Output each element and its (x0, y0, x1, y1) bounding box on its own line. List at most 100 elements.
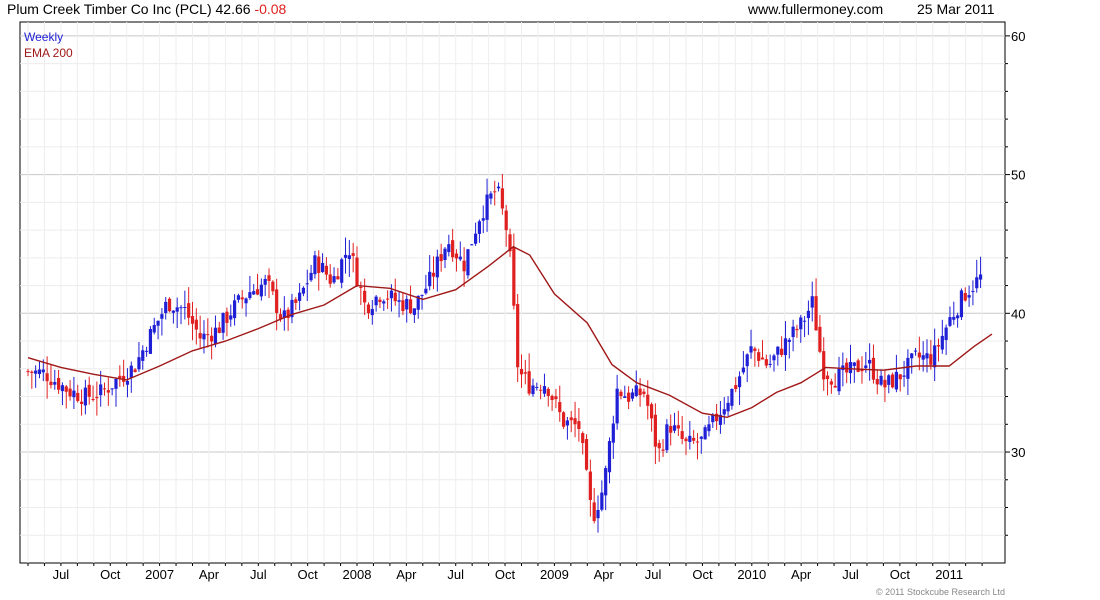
candle-body (496, 186, 501, 189)
x-tick-label: 2010 (737, 567, 766, 582)
candle-body (558, 402, 562, 413)
candle-body (298, 292, 302, 301)
candle-body (267, 275, 271, 281)
candle-body (110, 388, 114, 390)
candle-body (366, 304, 371, 314)
candle-body (202, 333, 206, 340)
candle-body (294, 299, 298, 303)
candle-body (519, 368, 524, 375)
candle-body (386, 298, 390, 300)
candle-body (672, 425, 677, 431)
candle-body (810, 296, 814, 308)
candle-body (948, 317, 952, 326)
candle-body (477, 221, 482, 234)
x-tick-label: 2007 (145, 567, 174, 582)
candle-body (757, 352, 761, 361)
candle-body (454, 253, 459, 259)
candle-body (818, 326, 822, 352)
candle-body (975, 277, 979, 289)
stock-chart: 30 40 50 60 Jul Oct 2007 Apr Jul Oct 2008 Apr Jul Oc… (19, 21, 1025, 582)
candle-body (871, 357, 876, 380)
candle-body (49, 381, 53, 386)
candle-body (825, 375, 830, 380)
candle-body (596, 509, 600, 519)
candle-body (649, 404, 654, 419)
candle-body (921, 355, 925, 360)
candle-body (669, 426, 673, 433)
candle-body (309, 272, 313, 281)
last-price: 42.66 (215, 1, 251, 17)
x-tick-label: 2008 (343, 567, 372, 582)
candle-body (581, 433, 585, 444)
candle-body (328, 274, 332, 284)
candle-body (179, 307, 183, 309)
candle-body (894, 371, 899, 390)
candle-body (588, 471, 592, 501)
candle-body (619, 391, 623, 397)
candle-body (887, 375, 891, 385)
candle-body (607, 441, 612, 473)
candle-body (275, 289, 279, 313)
candle-body (493, 191, 497, 193)
candle-body (665, 424, 669, 451)
candle-body (772, 355, 776, 361)
candle-body (653, 414, 657, 447)
candle-body (925, 353, 929, 359)
candle-body (458, 256, 462, 260)
candle-body (676, 425, 680, 429)
candle-body (760, 357, 765, 360)
candle-body (332, 276, 336, 283)
candle-body (956, 315, 960, 319)
x-tick-label: 2011 (935, 567, 963, 582)
candle-body (359, 286, 363, 288)
x-tick-label: Apr (396, 567, 417, 582)
candle-body (263, 278, 267, 285)
candle-body (320, 262, 325, 272)
candle-body (26, 371, 30, 373)
candle-body (194, 319, 198, 330)
candle-body (236, 295, 241, 300)
candle-body (848, 362, 853, 374)
x-tick-label: Oct (495, 567, 516, 582)
candle-body (470, 244, 474, 246)
candle-body (160, 314, 164, 319)
candle-body (856, 360, 860, 372)
candle-body (171, 310, 175, 313)
candle-body (252, 291, 256, 295)
candle-body (408, 299, 413, 314)
candle-body (787, 339, 791, 342)
candle-body (539, 389, 543, 391)
candle-body (79, 401, 84, 404)
candle-body (814, 296, 818, 331)
candle-body (936, 345, 941, 347)
candle-body (604, 468, 608, 496)
candle-body (864, 365, 868, 369)
candle-body (382, 301, 386, 304)
candle-body (780, 348, 784, 355)
candle-body (959, 290, 964, 318)
candle-body (913, 350, 918, 352)
x-tick-label: Jul (53, 567, 70, 582)
candle-body (569, 417, 573, 421)
candle-body (164, 301, 168, 313)
website-link[interactable]: www.fullermoney.com (748, 1, 883, 17)
candle-body (952, 316, 956, 320)
candle-body (791, 326, 795, 338)
candle-body (259, 284, 263, 297)
candle-body (313, 255, 317, 275)
candle-body (405, 298, 409, 310)
candle-body (512, 247, 516, 306)
candle-body (336, 276, 340, 280)
candle-body (301, 287, 306, 294)
candle-body (638, 388, 642, 396)
candle-body (745, 354, 749, 367)
y-tick-label: 60 (1011, 29, 1025, 44)
candle-body (967, 295, 971, 298)
x-tick-label: Jul (250, 567, 267, 582)
candle-body (91, 398, 95, 400)
candle-body (627, 392, 631, 402)
candle-body (688, 435, 692, 442)
candle-body (680, 431, 684, 439)
y-tick-label: 50 (1011, 168, 1025, 183)
candle-body (213, 327, 218, 345)
